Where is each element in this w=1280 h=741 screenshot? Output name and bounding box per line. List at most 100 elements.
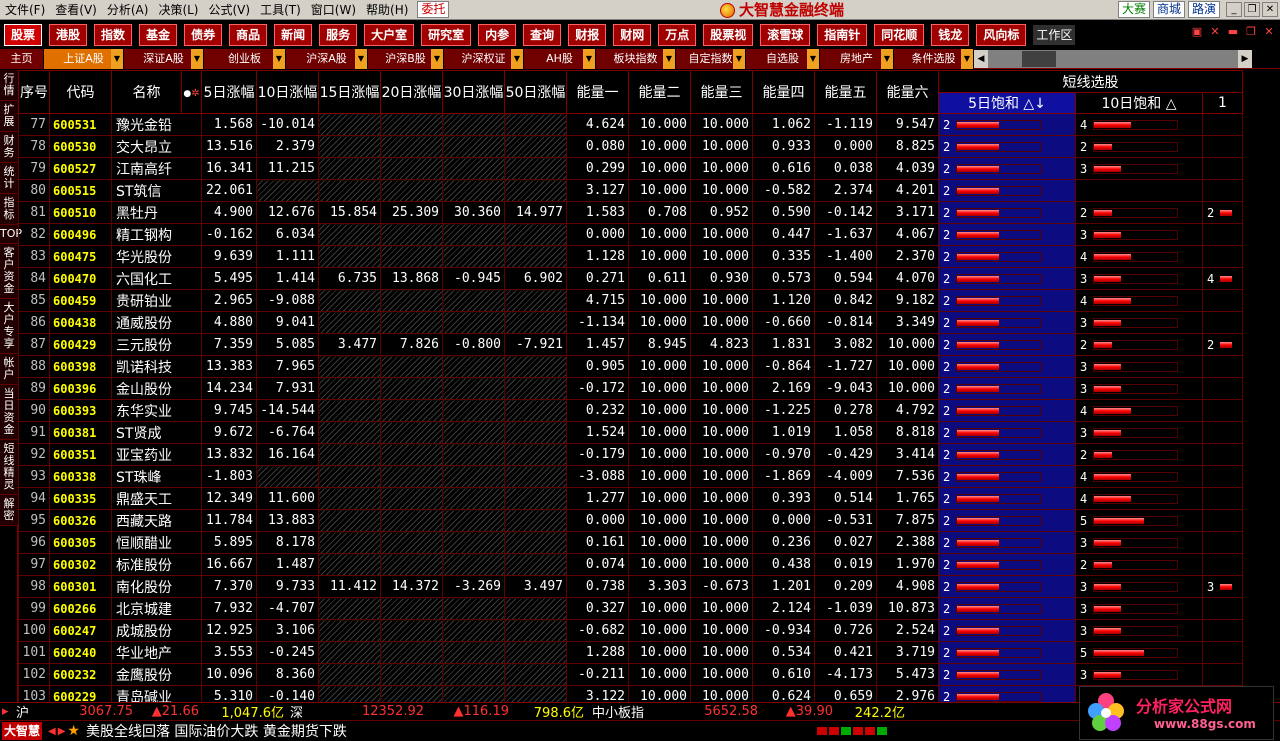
header-col-15[interactable]: 5日饱和 △↓ xyxy=(938,92,1076,114)
close-window-icon[interactable]: ✕ xyxy=(1262,25,1276,39)
row-code[interactable]: 600459 xyxy=(49,289,112,312)
workspace-button[interactable]: 工作区 xyxy=(1033,25,1076,45)
row-name[interactable]: 金鹰股份 xyxy=(111,663,202,686)
tab-scroll-right-icon[interactable]: ▶ xyxy=(1238,50,1252,68)
tab-scroll-left-icon[interactable]: ◀ xyxy=(974,50,988,68)
table-row[interactable]: 90 600393 东华实业 9.745 -14.544 0.232 10.000 10.00… xyxy=(18,399,1243,422)
row-code[interactable]: 600470 xyxy=(49,267,112,290)
table-row[interactable]: 103 600229 青岛碱业 5.310 -0.140 3.122 10.000 10.00… xyxy=(18,685,1243,702)
row-code[interactable]: 600326 xyxy=(49,509,112,532)
row-code[interactable]: 600515 xyxy=(49,179,112,202)
row-code[interactable]: 600396 xyxy=(49,377,112,400)
row-name[interactable]: 华业地产 xyxy=(111,641,202,664)
header-col-17[interactable]: 1 xyxy=(1202,92,1243,114)
table-row[interactable]: 93 600338 ST珠峰 -1.803 -3.088 10.000 10.000 -1.8… xyxy=(18,465,1243,488)
dropdown-arrow-icon[interactable]: ▼ xyxy=(511,49,523,69)
header-col-8[interactable]: 50日涨幅 xyxy=(504,70,567,114)
sh-index[interactable]: 3067.75 xyxy=(38,704,133,719)
news-next-icon[interactable]: ▶ xyxy=(58,726,66,737)
table-row[interactable]: 85 600459 贵研铂业 2.965 -9.088 4.715 10.000 10.000… xyxy=(18,289,1243,312)
table-row[interactable]: 81 600510 黑牡丹 4.900 12.676 15.854 25.309 30.360… xyxy=(18,201,1243,224)
menu-tools[interactable]: 工具(T) xyxy=(255,0,306,20)
table-row[interactable]: 94 600335 鼎盛天工 12.349 11.600 1.277 10.000 10.00… xyxy=(18,487,1243,510)
dropdown-arrow-icon[interactable]: ▼ xyxy=(663,49,675,69)
tab-7[interactable]: AH股 ▼ xyxy=(524,49,596,69)
dropdown-arrow-icon[interactable]: ▼ xyxy=(583,49,595,69)
min-sub-icon[interactable]: ▬ xyxy=(1226,25,1240,39)
row-code[interactable]: 600527 xyxy=(49,157,112,180)
close-sub-icon[interactable]: ✕ xyxy=(1208,25,1222,39)
header-col-4[interactable]: 10日涨幅 xyxy=(256,70,319,114)
sidebar-tab-7[interactable]: 大户专享 xyxy=(0,299,18,354)
table-row[interactable]: 99 600266 北京城建 7.932 -4.707 0.327 10.000 10.000… xyxy=(18,597,1243,620)
row-code[interactable]: 600232 xyxy=(49,663,112,686)
header-col-11[interactable]: 能量三 xyxy=(690,70,753,114)
tab-4[interactable]: 沪深A股 ▼ xyxy=(286,49,368,69)
toolbar-button-18[interactable]: 同花顺 xyxy=(874,24,925,46)
toolbar-button-6[interactable]: 新闻 xyxy=(274,24,313,46)
row-code[interactable]: 600302 xyxy=(49,553,112,576)
table-row[interactable]: 92 600351 亚宝药业 13.832 16.164 -0.179 10.000 10.0… xyxy=(18,443,1243,466)
row-name[interactable]: 黑牡丹 xyxy=(111,201,202,224)
row-code[interactable]: 600381 xyxy=(49,421,112,444)
toolbar-button-5[interactable]: 商品 xyxy=(229,24,268,46)
toolbar-button-0[interactable]: 股票 xyxy=(4,24,43,46)
link-mall[interactable]: 商城 xyxy=(1152,1,1185,18)
table-row[interactable]: 82 600496 精工钢构 -0.162 6.034 0.000 10.000 10.000… xyxy=(18,223,1243,246)
row-name[interactable]: 亚宝药业 xyxy=(111,443,202,466)
row-code[interactable]: 600429 xyxy=(49,333,112,356)
row-code[interactable]: 600475 xyxy=(49,245,112,268)
row-name[interactable]: 豫光金铅 xyxy=(111,113,202,136)
toolbar-button-3[interactable]: 基金 xyxy=(139,24,178,46)
dropdown-arrow-icon[interactable]: ▼ xyxy=(733,49,745,69)
minimize-icon[interactable]: _ xyxy=(1226,2,1242,17)
table-row[interactable]: 86 600438 通威股份 4.880 9.041 -1.134 10.000 10.000… xyxy=(18,311,1243,334)
menu-decision[interactable]: 决策(L) xyxy=(153,0,203,20)
row-name[interactable]: ST筑信 xyxy=(111,179,202,202)
toolbar-button-7[interactable]: 服务 xyxy=(319,24,358,46)
tab-scrollbar[interactable] xyxy=(988,50,1238,68)
row-code[interactable]: 600351 xyxy=(49,443,112,466)
row-code[interactable]: 600305 xyxy=(49,531,112,554)
row-name[interactable]: ST贤成 xyxy=(111,421,202,444)
dropdown-arrow-icon[interactable]: ▼ xyxy=(111,49,123,69)
brand-badge[interactable]: 大智慧 xyxy=(2,722,43,740)
toolbar-button-14[interactable]: 万点 xyxy=(658,24,697,46)
tab-12[interactable]: 条件选股 ▼ xyxy=(894,49,974,69)
table-row[interactable]: 87 600429 三元股份 7.359 5.085 3.477 7.826 -0.800 -7… xyxy=(18,333,1243,356)
toolbar-button-9[interactable]: 研究室 xyxy=(421,24,472,46)
toolbar-button-10[interactable]: 内参 xyxy=(478,24,517,46)
pin-icon[interactable]: ▣ xyxy=(1190,25,1204,39)
table-row[interactable]: 100 600247 成城股份 12.925 3.106 -0.682 10.000 10.0… xyxy=(18,619,1243,642)
row-name[interactable]: 精工钢构 xyxy=(111,223,202,246)
restore-icon[interactable]: ❐ xyxy=(1244,2,1260,17)
row-code[interactable]: 600531 xyxy=(49,113,112,136)
scroll-thumb[interactable] xyxy=(1022,51,1056,67)
toolbar-button-4[interactable]: 债券 xyxy=(184,24,223,46)
sidebar-tab-2[interactable]: 财务 xyxy=(0,132,18,163)
sidebar-tab-5[interactable]: TOP xyxy=(0,225,22,244)
row-name[interactable]: 北京城建 xyxy=(111,597,202,620)
tab-9[interactable]: 自定指数 ▼ xyxy=(676,49,746,69)
table-row[interactable]: 84 600470 六国化工 5.495 1.414 6.735 13.868 -0.945 6… xyxy=(18,267,1243,290)
row-name[interactable]: 金山股份 xyxy=(111,377,202,400)
toolbar-button-12[interactable]: 财报 xyxy=(568,24,607,46)
row-name[interactable]: 华光股份 xyxy=(111,245,202,268)
table-row[interactable]: 96 600305 恒顺醋业 5.895 8.178 0.161 10.000 10.000 0… xyxy=(18,531,1243,554)
toolbar-button-20[interactable]: 风向标 xyxy=(976,24,1027,46)
mid-index[interactable]: 5652.58 xyxy=(658,704,758,719)
row-name[interactable]: 凯诺科技 xyxy=(111,355,202,378)
row-name[interactable]: 三元股份 xyxy=(111,333,202,356)
menu-window[interactable]: 窗口(W) xyxy=(306,0,361,20)
row-code[interactable]: 600510 xyxy=(49,201,112,224)
tab-3[interactable]: 创业板 ▼ xyxy=(204,49,286,69)
table-row[interactable]: 88 600398 凯诺科技 13.383 7.965 0.905 10.000 10.000… xyxy=(18,355,1243,378)
row-code[interactable]: 600530 xyxy=(49,135,112,158)
header-col-3[interactable]: 5日涨幅 xyxy=(201,70,257,114)
menu-view[interactable]: 查看(V) xyxy=(50,0,102,20)
row-code[interactable]: 600266 xyxy=(49,597,112,620)
row-code[interactable]: 600496 xyxy=(49,223,112,246)
row-name[interactable]: ST珠峰 xyxy=(111,465,202,488)
sidebar-tab-6[interactable]: 客户资金 xyxy=(0,244,18,299)
header-col-13[interactable]: 能量五 xyxy=(814,70,877,114)
